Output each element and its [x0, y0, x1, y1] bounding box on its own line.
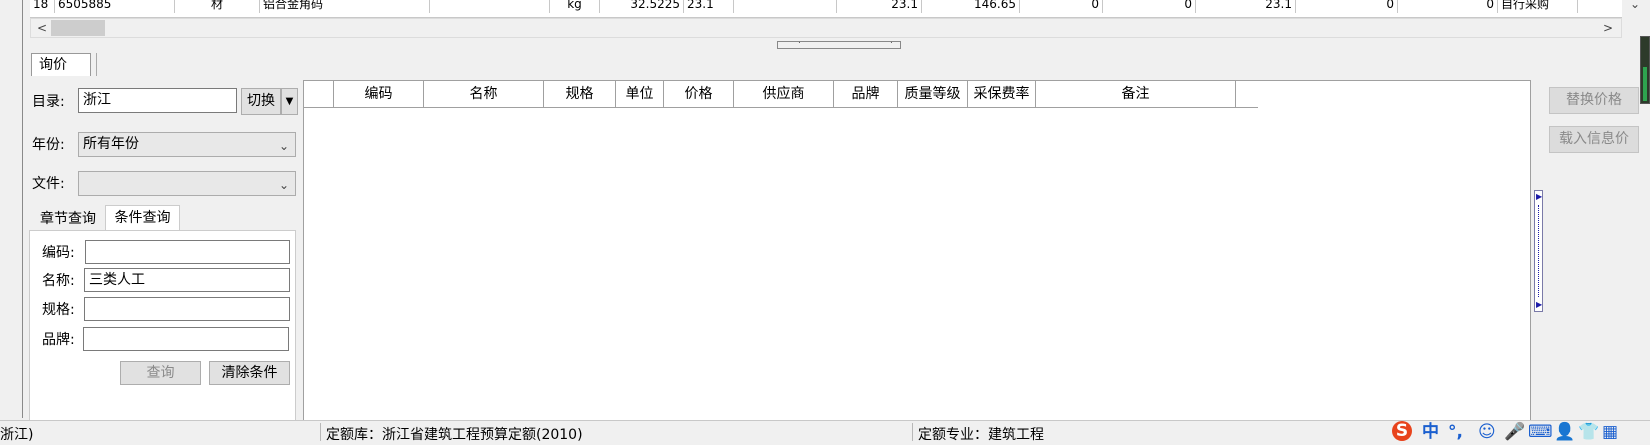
chinese-input-icon[interactable]: 中 — [1422, 423, 1439, 441]
tab-chapter-query[interactable]: 章节查询 — [33, 207, 103, 231]
column-header[interactable]: 质量等级 — [898, 81, 968, 107]
query-button[interactable]: 查询 — [120, 361, 201, 385]
status-region-text: 浙江) — [0, 427, 34, 443]
panel-splitter[interactable]: . . — [777, 36, 901, 49]
column-header[interactable]: 价格 — [664, 81, 734, 107]
tab-price-inquiry[interactable]: 询价 — [31, 53, 91, 76]
name-input[interactable]: 三类人工 — [84, 268, 290, 292]
status-separator — [912, 423, 913, 441]
file-label: 文件: — [32, 176, 65, 192]
status-quota-library: 定额库：浙江省建筑工程预算定额(2010) — [326, 427, 583, 443]
name-label: 名称: — [42, 273, 75, 289]
punctuation-icon[interactable]: °, — [1448, 423, 1463, 441]
chevron-down-icon: ⌄ — [278, 139, 289, 153]
spec-input[interactable] — [84, 297, 290, 321]
horizontal-scrollbar[interactable]: < > — [30, 18, 1622, 38]
column-header[interactable]: 备注 — [1036, 81, 1236, 107]
status-bar: 浙江) 定额库：浙江省建筑工程预算定额(2010) 定额专业：建筑工程 S 中 °,… — [0, 420, 1650, 443]
material-grid-partial[interactable]: 18 6505885 材铝合金角码 kg 32.5225 23.1 23.1 146.65 0 0… — [30, 0, 1622, 18]
spec-label: 规格: — [42, 302, 75, 318]
handle-dots — [1538, 205, 1540, 297]
replace-price-button[interactable]: 替换价格 — [1549, 87, 1639, 114]
table-header-row: 编码 名称 规格 单位 价格 供应商 品牌 质量等级 采保费率 备注 — [304, 81, 1258, 108]
file-select[interactable]: ⌄ — [78, 171, 296, 196]
scroll-left-arrow-icon[interactable]: < — [35, 20, 49, 36]
table-cell[interactable]: 自行采购 — [1498, 0, 1578, 13]
directory-input[interactable]: 浙江 — [78, 88, 237, 113]
scroll-right-arrow-icon[interactable]: > — [1601, 20, 1615, 36]
table-cell[interactable]: 23.1 — [837, 0, 922, 13]
load-info-price-button[interactable]: 载入信息价 — [1549, 126, 1639, 153]
volume-meter — [1640, 36, 1650, 104]
code-input[interactable] — [85, 240, 290, 264]
table-cell[interactable]: 146.65 — [922, 0, 1020, 13]
status-quota-major: 定额专业：建筑工程 — [918, 427, 1044, 443]
table-cell[interactable]: 0 — [1020, 0, 1103, 13]
scroll-thumb[interactable] — [51, 20, 105, 36]
scroll-down-arrow-icon[interactable]: ⌄ — [1626, 0, 1644, 20]
year-select[interactable]: 所有年份 ⌄ — [78, 132, 296, 157]
column-header[interactable]: 编码 — [334, 81, 424, 107]
skin-icon[interactable]: 👕 — [1578, 423, 1599, 441]
microphone-icon[interactable]: 🎤 — [1504, 423, 1525, 441]
year-label: 年份: — [32, 137, 65, 153]
column-header[interactable]: 规格 — [544, 81, 616, 107]
clear-conditions-button[interactable]: 清除条件 — [209, 361, 290, 385]
toolbox-icon[interactable]: ▦ — [1602, 423, 1618, 441]
user-icon[interactable]: 👤 — [1554, 423, 1575, 441]
table-cell[interactable]: 0 — [1103, 0, 1196, 13]
column-header[interactable]: 采保费率 — [968, 81, 1036, 107]
column-header[interactable] — [304, 81, 334, 107]
meter-level-bar — [1643, 66, 1647, 101]
status-separator — [320, 423, 321, 441]
table-cell[interactable]: kg — [550, 0, 600, 13]
window-left-border — [22, 0, 23, 418]
emoji-icon[interactable]: ☺ — [1478, 423, 1496, 441]
price-results-table[interactable]: 编码 名称 规格 单位 价格 供应商 品牌 质量等级 采保费率 备注 — [303, 80, 1531, 422]
table-cell[interactable]: 材 — [175, 0, 260, 13]
tab-divider — [96, 53, 97, 76]
brand-label: 品牌: — [42, 332, 75, 348]
directory-label: 目录: — [32, 94, 65, 110]
brand-input[interactable] — [83, 327, 289, 351]
column-header[interactable]: 单位 — [616, 81, 664, 107]
switch-button[interactable]: 切换 — [241, 88, 281, 115]
table-cell[interactable]: 18 — [30, 0, 55, 13]
column-header[interactable]: 名称 — [424, 81, 544, 107]
table-cell[interactable]: 23.1 — [1196, 0, 1296, 13]
chevron-down-icon: ⌄ — [278, 178, 289, 192]
table-cell[interactable]: 0 — [1398, 0, 1498, 13]
table-cell[interactable]: 0 — [1296, 0, 1398, 13]
arrow-right-icon: ▶ — [1536, 300, 1543, 309]
arrow-right-icon: ▶ — [1536, 192, 1543, 201]
splitter-dot: . — [890, 36, 893, 46]
table-cell[interactable]: 6505885 — [55, 0, 175, 13]
table-cell[interactable] — [430, 0, 550, 13]
sogou-logo-icon[interactable]: S — [1392, 421, 1412, 441]
tab-condition-query[interactable]: 条件查询 — [105, 205, 180, 231]
panel-collapse-handle[interactable]: ▶ ▶ — [1534, 190, 1543, 312]
splitter-dot: . — [798, 36, 801, 46]
code-label: 编码: — [42, 245, 75, 261]
switch-dropdown-icon[interactable]: ▼ — [281, 88, 298, 115]
table-cell[interactable]: 23.1 — [684, 0, 734, 13]
year-select-value: 所有年份 — [83, 136, 139, 152]
column-header[interactable]: 供应商 — [734, 81, 834, 107]
table-cell[interactable]: 32.5225 — [600, 0, 684, 13]
table-cell[interactable] — [734, 0, 837, 13]
keyboard-icon[interactable]: ⌨ — [1528, 423, 1553, 441]
column-header[interactable]: 品牌 — [834, 81, 898, 107]
table-cell[interactable]: 铝合金角码 — [260, 0, 430, 13]
